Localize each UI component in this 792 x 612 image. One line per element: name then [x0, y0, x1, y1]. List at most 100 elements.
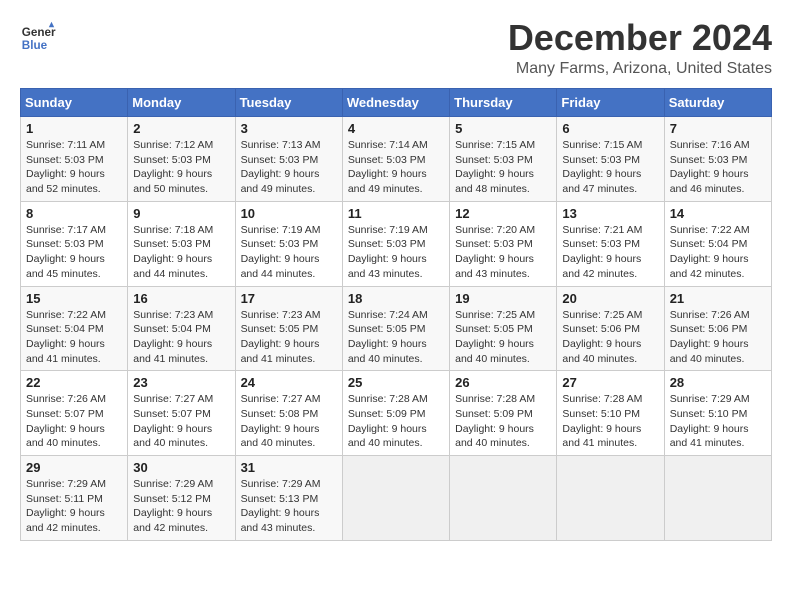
day-number: 15 [26, 291, 122, 306]
day-number: 7 [670, 121, 766, 136]
day-number: 25 [348, 375, 444, 390]
day-info: Sunrise: 7:21 AM Sunset: 5:03 PM Dayligh… [562, 223, 658, 282]
day-number: 27 [562, 375, 658, 390]
day-cell: 9 Sunrise: 7:18 AM Sunset: 5:03 PM Daylig… [128, 201, 235, 286]
day-number: 8 [26, 206, 122, 221]
day-number: 16 [133, 291, 229, 306]
day-cell: 21Sunrise: 7:26 AM Sunset: 5:06 PM Dayli… [664, 286, 771, 371]
day-number: 3 [241, 121, 337, 136]
day-number: 23 [133, 375, 229, 390]
day-number: 26 [455, 375, 551, 390]
day-cell: 12Sunrise: 7:20 AM Sunset: 5:03 PM Dayli… [450, 201, 557, 286]
day-info: Sunrise: 7:26 AM Sunset: 5:07 PM Dayligh… [26, 392, 122, 451]
day-cell: 25 Sunrise: 7:28 AM Sunset: 5:09 PM Dayli… [342, 371, 449, 456]
svg-text:General: General [22, 26, 56, 39]
day-cell: 5 Sunrise: 7:15 AM Sunset: 5:03 PM Daylig… [450, 117, 557, 202]
month-title: December 2024 [508, 20, 772, 56]
day-info: Sunrise: 7:27 AM Sunset: 5:08 PM Dayligh… [241, 392, 337, 451]
day-cell: 14 Sunrise: 7:22 AM Sunset: 5:04 PM Dayli… [664, 201, 771, 286]
column-header-friday: Friday [557, 89, 664, 117]
day-number: 6 [562, 121, 658, 136]
week-row-4: 22 Sunrise: 7:26 AM Sunset: 5:07 PM Dayli… [21, 371, 772, 456]
page-header: General Blue December 2024 Many Farms, A… [20, 20, 772, 78]
day-info: Sunrise: 7:22 AM Sunset: 5:04 PM Dayligh… [670, 223, 766, 282]
day-info: Sunrise: 7:28 AM Sunset: 5:09 PM Dayligh… [348, 392, 444, 451]
day-info: Sunrise: 7:26 AM Sunset: 5:06 PM Dayligh… [670, 308, 766, 367]
day-info: Sunrise: 7:28 AM Sunset: 5:09 PM Dayligh… [455, 392, 551, 451]
day-cell: 29 Sunrise: 7:29 AM Sunset: 5:11 PM Dayli… [21, 456, 128, 541]
day-cell: 28 Sunrise: 7:29 AM Sunset: 5:10 PM Dayli… [664, 371, 771, 456]
day-info: Sunrise: 7:28 AM Sunset: 5:10 PM Dayligh… [562, 392, 658, 451]
week-row-5: 29 Sunrise: 7:29 AM Sunset: 5:11 PM Dayli… [21, 456, 772, 541]
day-info: Sunrise: 7:29 AM Sunset: 5:10 PM Dayligh… [670, 392, 766, 451]
day-number: 10 [241, 206, 337, 221]
day-cell: 6 Sunrise: 7:15 AM Sunset: 5:03 PM Daylig… [557, 117, 664, 202]
column-header-saturday: Saturday [664, 89, 771, 117]
week-row-3: 15Sunrise: 7:22 AM Sunset: 5:04 PM Dayli… [21, 286, 772, 371]
column-header-thursday: Thursday [450, 89, 557, 117]
location-title: Many Farms, Arizona, United States [508, 60, 772, 78]
day-number: 17 [241, 291, 337, 306]
day-cell: 4 Sunrise: 7:14 AM Sunset: 5:03 PM Daylig… [342, 117, 449, 202]
day-number: 4 [348, 121, 444, 136]
day-number: 2 [133, 121, 229, 136]
day-cell: 1Sunrise: 7:11 AM Sunset: 5:03 PM Daylig… [21, 117, 128, 202]
day-number: 29 [26, 460, 122, 475]
day-info: Sunrise: 7:15 AM Sunset: 5:03 PM Dayligh… [455, 138, 551, 197]
column-header-sunday: Sunday [21, 89, 128, 117]
day-info: Sunrise: 7:15 AM Sunset: 5:03 PM Dayligh… [562, 138, 658, 197]
day-cell: 22 Sunrise: 7:26 AM Sunset: 5:07 PM Dayli… [21, 371, 128, 456]
day-cell: 24 Sunrise: 7:27 AM Sunset: 5:08 PM Dayli… [235, 371, 342, 456]
day-cell: 15Sunrise: 7:22 AM Sunset: 5:04 PM Dayli… [21, 286, 128, 371]
day-info: Sunrise: 7:23 AM Sunset: 5:04 PM Dayligh… [133, 308, 229, 367]
day-cell: 23 Sunrise: 7:27 AM Sunset: 5:07 PM Dayli… [128, 371, 235, 456]
calendar-table: SundayMondayTuesdayWednesdayThursdayFrid… [20, 88, 772, 541]
day-number: 31 [241, 460, 337, 475]
day-info: Sunrise: 7:29 AM Sunset: 5:11 PM Dayligh… [26, 477, 122, 536]
day-info: Sunrise: 7:17 AM Sunset: 5:03 PM Dayligh… [26, 223, 122, 282]
day-cell: 26 Sunrise: 7:28 AM Sunset: 5:09 PM Dayli… [450, 371, 557, 456]
day-cell [664, 456, 771, 541]
day-info: Sunrise: 7:25 AM Sunset: 5:06 PM Dayligh… [562, 308, 658, 367]
day-number: 5 [455, 121, 551, 136]
day-cell: 20 Sunrise: 7:25 AM Sunset: 5:06 PM Dayli… [557, 286, 664, 371]
day-number: 19 [455, 291, 551, 306]
day-info: Sunrise: 7:29 AM Sunset: 5:12 PM Dayligh… [133, 477, 229, 536]
day-number: 24 [241, 375, 337, 390]
day-number: 18 [348, 291, 444, 306]
day-number: 14 [670, 206, 766, 221]
day-cell: 19 Sunrise: 7:25 AM Sunset: 5:05 PM Dayli… [450, 286, 557, 371]
day-number: 12 [455, 206, 551, 221]
day-cell: 8 Sunrise: 7:17 AM Sunset: 5:03 PM Daylig… [21, 201, 128, 286]
day-cell: 11Sunrise: 7:19 AM Sunset: 5:03 PM Dayli… [342, 201, 449, 286]
day-cell: 27 Sunrise: 7:28 AM Sunset: 5:10 PM Dayli… [557, 371, 664, 456]
day-cell: 3Sunrise: 7:13 AM Sunset: 5:03 PM Daylig… [235, 117, 342, 202]
day-cell [342, 456, 449, 541]
calendar-body: 1Sunrise: 7:11 AM Sunset: 5:03 PM Daylig… [21, 117, 772, 541]
day-info: Sunrise: 7:14 AM Sunset: 5:03 PM Dayligh… [348, 138, 444, 197]
day-info: Sunrise: 7:29 AM Sunset: 5:13 PM Dayligh… [241, 477, 337, 536]
day-info: Sunrise: 7:11 AM Sunset: 5:03 PM Dayligh… [26, 138, 122, 197]
day-info: Sunrise: 7:24 AM Sunset: 5:05 PM Dayligh… [348, 308, 444, 367]
day-info: Sunrise: 7:12 AM Sunset: 5:03 PM Dayligh… [133, 138, 229, 197]
day-cell: 18 Sunrise: 7:24 AM Sunset: 5:05 PM Dayli… [342, 286, 449, 371]
day-cell: 17Sunrise: 7:23 AM Sunset: 5:05 PM Dayli… [235, 286, 342, 371]
day-info: Sunrise: 7:25 AM Sunset: 5:05 PM Dayligh… [455, 308, 551, 367]
day-info: Sunrise: 7:27 AM Sunset: 5:07 PM Dayligh… [133, 392, 229, 451]
day-info: Sunrise: 7:19 AM Sunset: 5:03 PM Dayligh… [241, 223, 337, 282]
day-cell: 31 Sunrise: 7:29 AM Sunset: 5:13 PM Dayli… [235, 456, 342, 541]
day-cell: 30 Sunrise: 7:29 AM Sunset: 5:12 PM Dayli… [128, 456, 235, 541]
day-number: 22 [26, 375, 122, 390]
day-info: Sunrise: 7:18 AM Sunset: 5:03 PM Dayligh… [133, 223, 229, 282]
day-cell [450, 456, 557, 541]
day-number: 9 [133, 206, 229, 221]
column-header-tuesday: Tuesday [235, 89, 342, 117]
day-cell: 16 Sunrise: 7:23 AM Sunset: 5:04 PM Dayli… [128, 286, 235, 371]
day-info: Sunrise: 7:19 AM Sunset: 5:03 PM Dayligh… [348, 223, 444, 282]
day-cell: 10 Sunrise: 7:19 AM Sunset: 5:03 PM Dayli… [235, 201, 342, 286]
day-number: 30 [133, 460, 229, 475]
day-cell [557, 456, 664, 541]
day-number: 20 [562, 291, 658, 306]
week-row-2: 8 Sunrise: 7:17 AM Sunset: 5:03 PM Daylig… [21, 201, 772, 286]
day-number: 28 [670, 375, 766, 390]
